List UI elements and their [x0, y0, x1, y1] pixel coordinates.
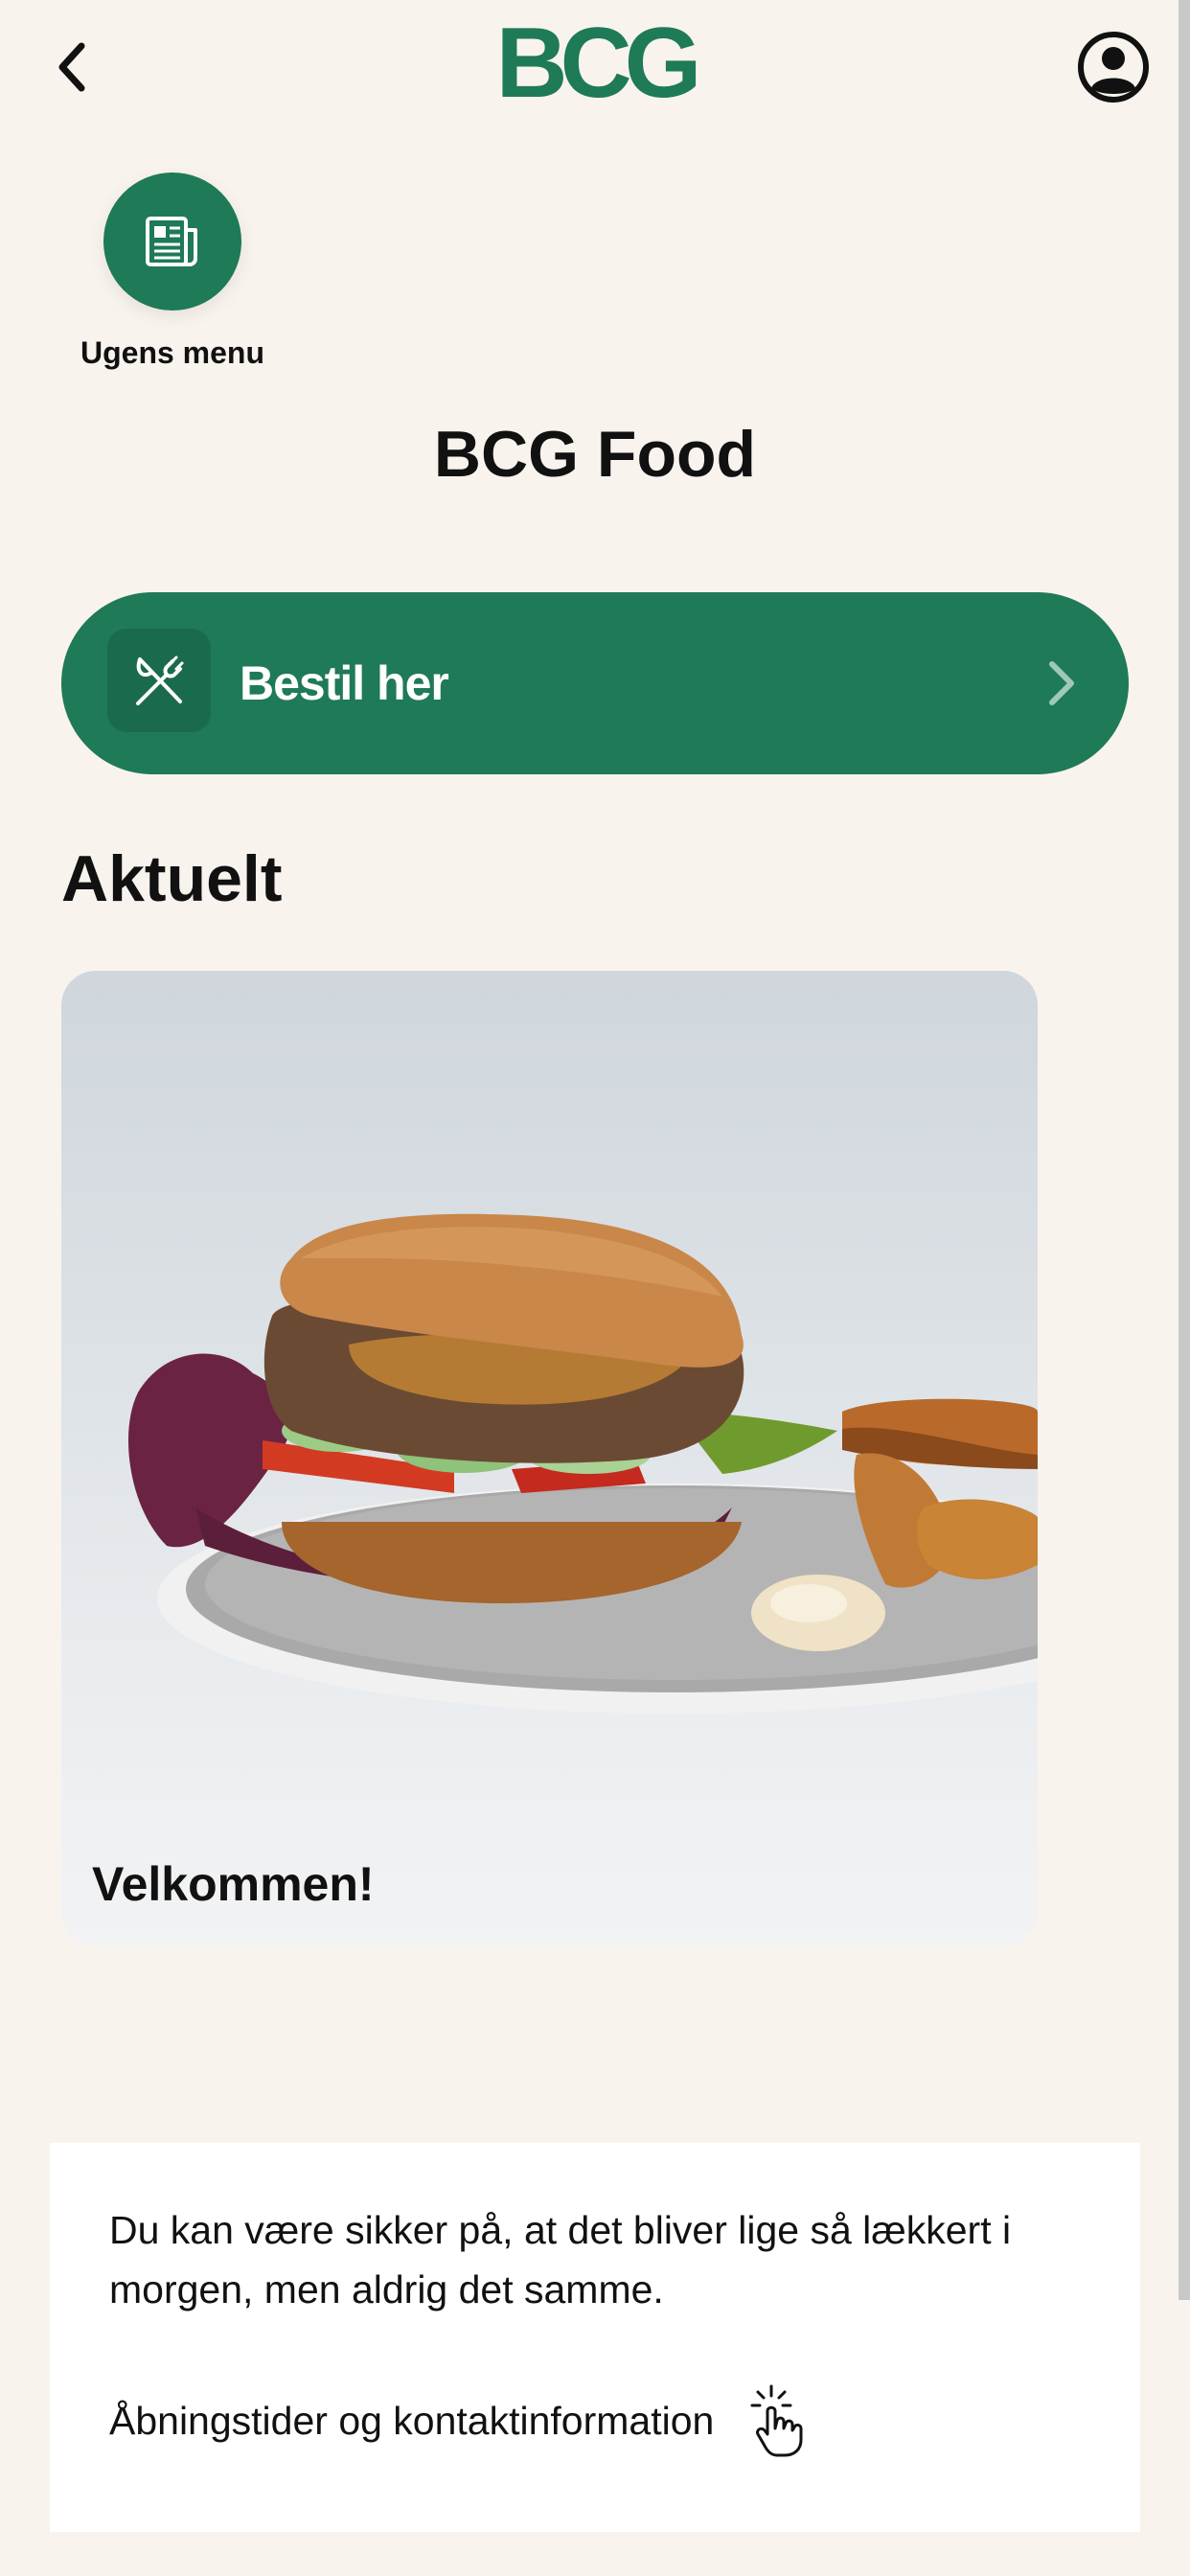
- chevron-left-icon: [58, 42, 85, 92]
- order-icon-box: [107, 629, 211, 732]
- info-panel: Du kan være sikker på, at det bliver lig…: [50, 2143, 1140, 2532]
- info-text: Du kan være sikker på, at det bliver lig…: [109, 2208, 1012, 2312]
- order-button-label: Bestil her: [240, 656, 449, 710]
- bcg-logo: BCG: [493, 8, 701, 119]
- profile-button[interactable]: [1075, 29, 1152, 105]
- news-card[interactable]: Velkommen!: [61, 971, 1038, 1946]
- fork-knife-icon: [136, 656, 184, 705]
- quick-action-label: Ugens menu: [80, 335, 265, 370]
- scrollbar[interactable]: [1179, 0, 1190, 2300]
- quick-action-circle: [103, 172, 241, 310]
- tap-hand-icon: [750, 2384, 803, 2457]
- section-heading-aktuelt: Aktuelt: [61, 842, 283, 915]
- app-header: BCG: [0, 0, 1190, 134]
- newspaper-icon: [146, 217, 197, 266]
- opening-hours-link[interactable]: Åbningstider og kontaktinformation: [109, 2382, 810, 2459]
- logo-text: BCG: [495, 8, 701, 119]
- burger-photo: [128, 1213, 1038, 1714]
- order-button[interactable]: Bestil her: [61, 592, 1129, 774]
- user-circle-icon: [1078, 32, 1149, 103]
- chevron-right-icon: [1049, 661, 1074, 705]
- news-card-title: Velkommen!: [92, 1857, 375, 1911]
- opening-hours-link-label: Åbningstider og kontaktinformation: [109, 2398, 715, 2443]
- page-title: BCG Food: [433, 418, 757, 491]
- quick-action-ugens-menu[interactable]: Ugens menu: [67, 172, 278, 371]
- back-button[interactable]: [38, 29, 105, 105]
